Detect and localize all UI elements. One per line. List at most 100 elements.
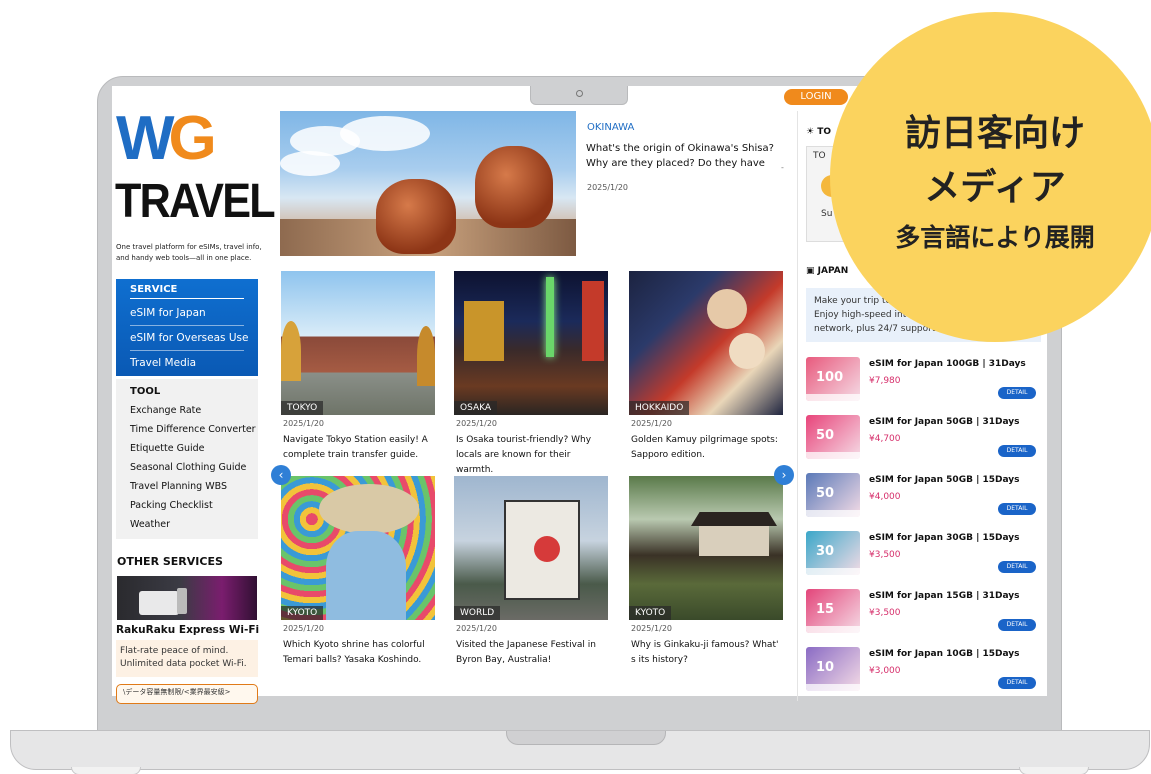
weather-city: TO [813,151,826,161]
esim-plan-price: ¥3,500 [869,550,901,560]
esim-plan-name[interactable]: eSIM for Japan 100GB | 31Days [869,359,1026,369]
detail-button[interactable]: DETAIL [998,619,1036,631]
esim-thumb-gb: 15 [816,602,835,617]
esim-thumbnail[interactable]: 10 [806,647,860,691]
article-image[interactable]: OSAKA [454,271,608,415]
esim-thumb-gb: 50 [816,486,835,501]
article-tag: KYOTO [629,606,672,620]
hero-title[interactable]: What's the origin of Okinawa's Shisa? Wh… [586,141,786,171]
esim-plan-row[interactable]: 10 eSIM for Japan 10GB | 15Days ¥3,000 DETA… [806,647,1038,697]
temple-roof [691,512,777,526]
hero-tag[interactable]: OKINAWA [587,122,634,133]
tool-item-time-difference[interactable]: Time Difference Converter [130,424,256,435]
tool-item-exchange-rate[interactable]: Exchange Rate [130,405,201,416]
article-tag: WORLD [454,606,501,620]
hero-image[interactable] [280,111,576,256]
sign-emblem [534,536,560,562]
camera-notch [530,86,628,105]
logo-letter-w: W [116,104,174,173]
esim-plan-row[interactable]: 30 eSIM for Japan 30GB | 15Days ¥3,500 DETA… [806,531,1038,581]
article-title[interactable]: Why is Ginkaku-ji famous? What' s its hi… [631,638,785,668]
article-title[interactable]: Navigate Tokyo Station easily! A complet… [283,433,437,463]
tool-item-planning-wbs[interactable]: Travel Planning WBS [130,481,227,492]
article-image[interactable]: TOKYO [281,271,435,415]
article-image[interactable]: KYOTO [281,476,435,620]
esim-thumb-gb: 10 [816,660,835,675]
badge-line-1: 訪日客向け [904,113,1085,154]
article-image[interactable]: HOKKAIDO [629,271,783,415]
character [707,289,747,329]
esim-thumbnail[interactable]: 100 [806,357,860,401]
brand-tagline: One travel platform for eSIMs, travel in… [116,243,262,262]
sun-icon: ☀ [806,127,818,137]
wifi-title[interactable]: RakuRaku Express Wi-Fi [116,624,259,636]
esim-plan-name[interactable]: eSIM for Japan 30GB | 15Days [869,533,1020,543]
service-heading: SERVICE [130,284,244,299]
cloud [280,151,340,176]
sign [582,281,604,361]
thumb-strip [806,510,860,517]
esim-plan-name[interactable]: eSIM for Japan 50GB | 15Days [869,475,1020,485]
login-button[interactable]: LOGIN [784,89,848,105]
article-date: 2025/1/20 [456,624,498,633]
laptop-foot-right [1019,767,1089,774]
person [326,531,406,620]
hero-date: 2025/1/20 [587,183,629,192]
article-tag: TOKYO [281,401,324,415]
esim-thumbnail[interactable]: 30 [806,531,860,575]
esim-plan-price: ¥4,000 [869,492,901,502]
tool-item-clothing[interactable]: Seasonal Clothing Guide [130,462,246,473]
detail-button[interactable]: DETAIL [998,503,1036,515]
wifi-promo-image[interactable] [117,576,257,620]
esim-thumb-gb: 50 [816,428,835,443]
thumb-strip [806,452,860,459]
detail-button[interactable]: DETAIL [998,677,1036,689]
esim-plan-row[interactable]: 50 eSIM for Japan 50GB | 15Days ¥4,000 DETA… [806,473,1038,523]
column-divider [797,111,798,701]
esim-thumbnail[interactable]: 50 [806,415,860,459]
shisa-statue [475,146,553,228]
badge-line-3: 多言語により展開 [895,223,1095,252]
detail-button[interactable]: DETAIL [998,387,1036,399]
badge-line-2: メディア [924,167,1066,208]
sidebar-item-travel-media[interactable]: Travel Media [130,357,196,369]
logo-mark[interactable]: WG [116,108,217,170]
article-title[interactable]: Visited the Japanese Festival in Byron B… [456,638,610,668]
logo-wordmark[interactable]: TRAVEL [115,178,276,226]
article-image[interactable]: WORLD [454,476,608,620]
article-title[interactable]: Is Osaka tourist-friendly? Why locals ar… [456,433,610,478]
divider [130,350,244,351]
esim-thumbnail[interactable]: 50 [806,473,860,517]
logo-letter-g: G [168,104,217,173]
article-image[interactable]: KYOTO [629,476,783,620]
esim-plan-name[interactable]: eSIM for Japan 50GB | 31Days [869,417,1020,427]
esim-plan-row[interactable]: 50 eSIM for Japan 50GB | 31Days ¥4,700 DETA… [806,415,1038,465]
article-title[interactable]: Which Kyoto shrine has colorful Temari b… [283,638,437,668]
esim-plan-name[interactable]: eSIM for Japan 10GB | 15Days [869,649,1020,659]
esim-plan-row[interactable]: 15 eSIM for Japan 15GB | 31Days ¥3,500 DETA… [806,589,1038,639]
wifi-banner[interactable]: \データ容量無制限/<業界最安級> [116,684,258,704]
article-date: 2025/1/20 [283,419,325,428]
carousel-prev-icon[interactable]: ‹ [271,465,291,485]
detail-button[interactable]: DETAIL [998,445,1036,457]
tool-item-packing[interactable]: Packing Checklist [130,500,213,511]
tool-item-etiquette[interactable]: Etiquette Guide [130,443,204,454]
tree [281,321,301,381]
divider [130,325,244,326]
detail-button[interactable]: DETAIL [998,561,1036,573]
article-title[interactable]: Golden Kamuy pilgrimage spots: Sapporo e… [631,433,785,463]
esim-plan-row[interactable]: 100 eSIM for Japan 100GB | 31Days ¥7,980 DE… [806,357,1038,407]
esim-plan-price: ¥3,500 [869,608,901,618]
tree [417,326,435,386]
carousel-next-icon[interactable]: › [774,465,794,485]
esim-thumbnail[interactable]: 15 [806,589,860,633]
sidebar-item-esim-japan[interactable]: eSIM for Japan [130,307,206,319]
trackpad-groove [506,731,666,745]
pocket-wifi-device [139,591,179,615]
sidebar-item-esim-overseas[interactable]: eSIM for Overseas Use [130,332,248,344]
article-date: 2025/1/20 [631,624,673,633]
esim-plan-name[interactable]: eSIM for Japan 15GB | 31Days [869,591,1020,601]
thumb-strip [806,568,860,575]
tool-item-weather[interactable]: Weather [130,519,170,530]
cloud [340,116,430,151]
